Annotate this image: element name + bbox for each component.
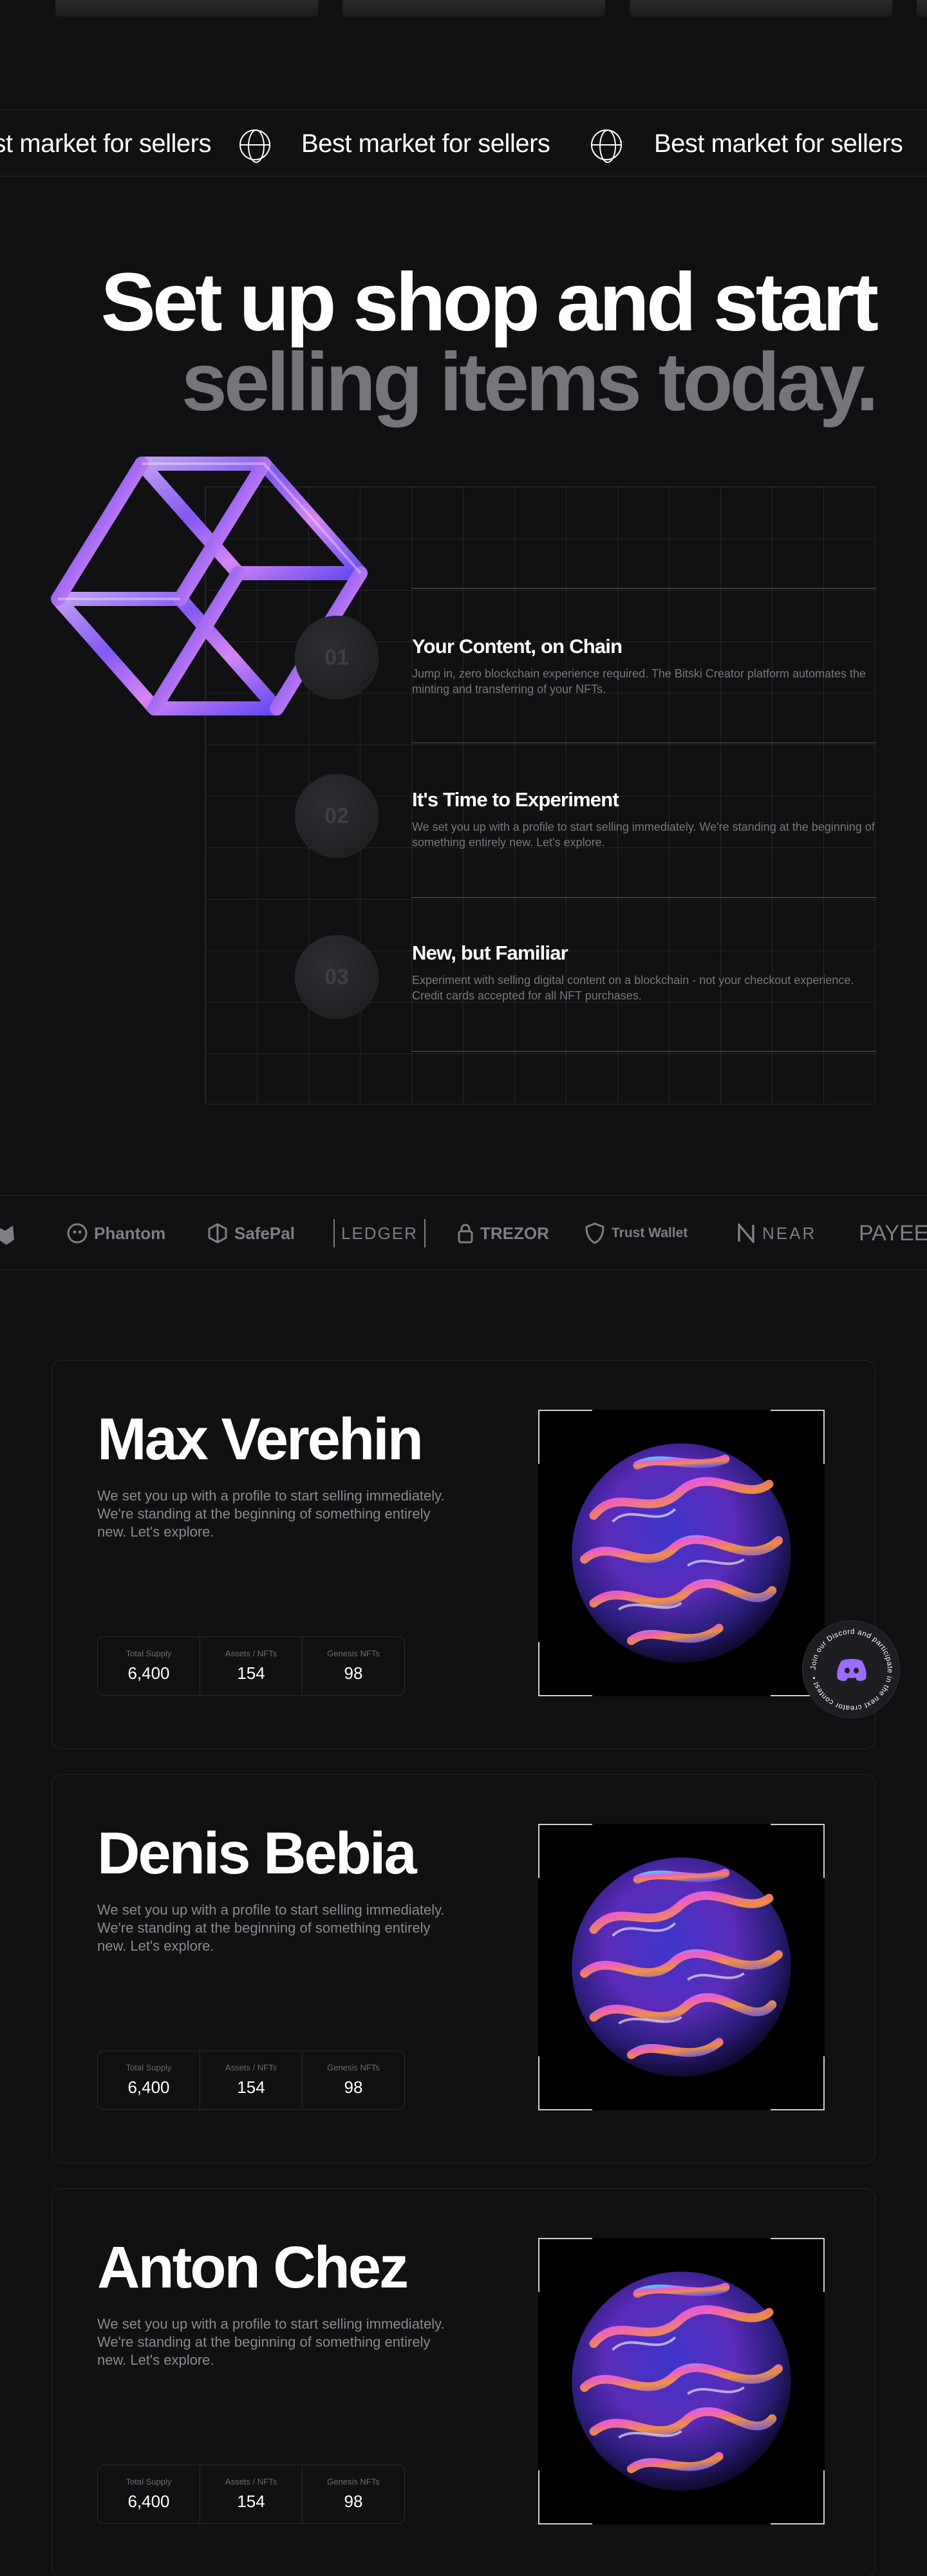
partner-name: LEDGER	[341, 1223, 418, 1243]
stat-genesis: Genesis NFTs 98	[303, 1637, 404, 1695]
creator-stats: Total Supply 6,400 Assets / NFTs 154 Genes…	[97, 1636, 405, 1696]
gallery-thumb[interactable]	[630, 0, 892, 17]
stat-assets: Assets / NFTs 154	[200, 2051, 303, 2109]
stat-label: Assets / NFTs	[225, 2477, 277, 2486]
creator-card[interactable]: Denis Bebia We set you up with a profile…	[52, 1774, 876, 2163]
stat-value: 6,400	[127, 1663, 170, 1683]
stat-assets: Assets / NFTs 154	[200, 2465, 303, 2523]
creator-description: We set you up with a profile to start se…	[97, 1902, 445, 1954]
partner-logo-trezor[interactable]: TREZOR	[457, 1219, 549, 1247]
tagline-marquee: Best market for sellers Best market for …	[0, 109, 927, 176]
stat-label: Assets / NFTs	[225, 2063, 277, 2072]
partner-logo-partial[interactable]	[0, 1219, 19, 1247]
stat-genesis: Genesis NFTs 98	[303, 2051, 404, 2109]
creator-description: We set you up with a profile to start se…	[97, 1488, 445, 1540]
discord-badge[interactable]: Join our Discord and participate in the …	[802, 1620, 900, 1718]
partner-logo-safepal[interactable]: SafePal	[207, 1219, 295, 1247]
stat-total-supply: Total Supply 6,400	[98, 2465, 200, 2523]
iridescent-sphere-art	[572, 1443, 791, 1663]
feature-title: Your Content, on Chain	[412, 635, 623, 658]
feature-description: Experiment with selling digital content …	[412, 974, 854, 1002]
stat-label: Total Supply	[126, 2477, 172, 2486]
partner-logo-near[interactable]: NEAR	[736, 1219, 816, 1247]
feature-title: It's Time to Experiment	[412, 788, 619, 811]
gallery-thumb[interactable]	[342, 0, 605, 17]
stat-value: 98	[344, 2078, 363, 2097]
creator-description: We set you up with a profile to start se…	[97, 2316, 445, 2368]
partner-name: TREZOR	[480, 1223, 549, 1243]
stat-label: Genesis NFTs	[327, 2063, 380, 2072]
stat-label: Assets / NFTs	[225, 1649, 277, 1658]
partner-logo-phantom[interactable]: Phantom	[67, 1219, 165, 1247]
feature-divider	[412, 1051, 876, 1052]
creator-artwork[interactable]	[538, 1410, 825, 1696]
creator-stats: Total Supply 6,400 Assets / NFTs 154 Genes…	[97, 2465, 405, 2524]
stat-value: 154	[237, 2492, 265, 2511]
lock-icon	[458, 1224, 473, 1244]
safepal-icon	[208, 1223, 227, 1244]
partner-logo-trust-wallet[interactable]: Trust Wallet	[585, 1219, 688, 1247]
creator-name: Max Verehin	[97, 1406, 424, 1472]
globe-icon	[239, 129, 270, 163]
feature-divider	[412, 897, 876, 898]
stat-assets: Assets / NFTs 154	[200, 1637, 303, 1695]
stat-label: Total Supply	[126, 2063, 172, 2072]
stat-value: 154	[237, 2078, 265, 2097]
partner-logo-payeer[interactable]: PAYEER	[859, 1219, 927, 1247]
feature-description: We set you up with a profile to start se…	[412, 820, 875, 849]
stat-label: Genesis NFTs	[327, 2477, 380, 2486]
discord-icon	[837, 1659, 866, 1681]
globe-icon	[591, 129, 622, 163]
hero-heading-line2: selling items today.	[181, 336, 879, 428]
creator-stats: Total Supply 6,400 Assets / NFTs 154 Genes…	[97, 2050, 405, 2110]
stat-total-supply: Total Supply 6,400	[98, 1637, 200, 1695]
iridescent-sphere-art	[572, 2271, 791, 2491]
stat-value: 98	[344, 2492, 363, 2511]
feature-number-badge: 01	[295, 616, 379, 699]
creator-artwork[interactable]	[538, 1824, 825, 2110]
stat-label: Genesis NFTs	[327, 1649, 380, 1658]
marquee-text: Best market for sellers	[654, 129, 903, 158]
partner-name: Trust Wallet	[612, 1226, 688, 1240]
gallery-strip	[0, 0, 927, 18]
marquee-text: Best market for sellers	[0, 129, 212, 158]
gallery-thumb[interactable]	[55, 0, 318, 17]
shield-icon	[585, 1222, 604, 1244]
partner-name: NEAR	[762, 1223, 817, 1243]
gallery-thumb[interactable]	[917, 0, 927, 17]
iridescent-sphere-art	[572, 1857, 791, 2077]
hero-heading: Set up shop and start selling items toda…	[100, 256, 879, 428]
stat-value: 6,400	[127, 2078, 170, 2097]
stat-genesis: Genesis NFTs 98	[303, 2465, 404, 2523]
creator-card[interactable]: Anton Chez We set you up with a profile …	[52, 2188, 876, 2576]
hero-heading-line1: Set up shop and start	[100, 256, 879, 348]
near-icon	[738, 1224, 754, 1243]
creator-name: Denis Bebia	[97, 1821, 417, 1886]
partner-name: Phantom	[94, 1223, 166, 1243]
feature-number-badge: 02	[295, 774, 379, 858]
stat-value: 6,400	[127, 2492, 170, 2511]
partner-logos-strip: Phantom SafePal LEDGER TREZOR Trust Wall…	[0, 1195, 927, 1270]
stat-total-supply: Total Supply 6,400	[98, 2051, 200, 2109]
creator-card[interactable]: Max Verehin We set you up with a profile…	[52, 1360, 876, 1749]
partner-name: PAYEER	[859, 1220, 927, 1245]
stat-value: 154	[237, 1663, 265, 1683]
creator-artwork[interactable]	[538, 2238, 825, 2524]
feature-description: Jump in, zero blockchain experience requ…	[412, 667, 866, 696]
partner-name: SafePal	[234, 1223, 295, 1243]
marquee-text: Best market for sellers	[301, 129, 550, 158]
stat-value: 98	[344, 1663, 363, 1683]
stat-label: Total Supply	[126, 1649, 172, 1658]
feature-title: New, but Familiar	[412, 942, 568, 964]
fox-icon	[0, 1226, 14, 1245]
partner-logo-ledger[interactable]: LEDGER	[333, 1219, 426, 1247]
creator-name: Anton Chez	[97, 2235, 409, 2300]
phantom-icon	[67, 1223, 88, 1244]
feature-divider	[412, 588, 876, 589]
feature-number-badge: 03	[295, 935, 379, 1019]
